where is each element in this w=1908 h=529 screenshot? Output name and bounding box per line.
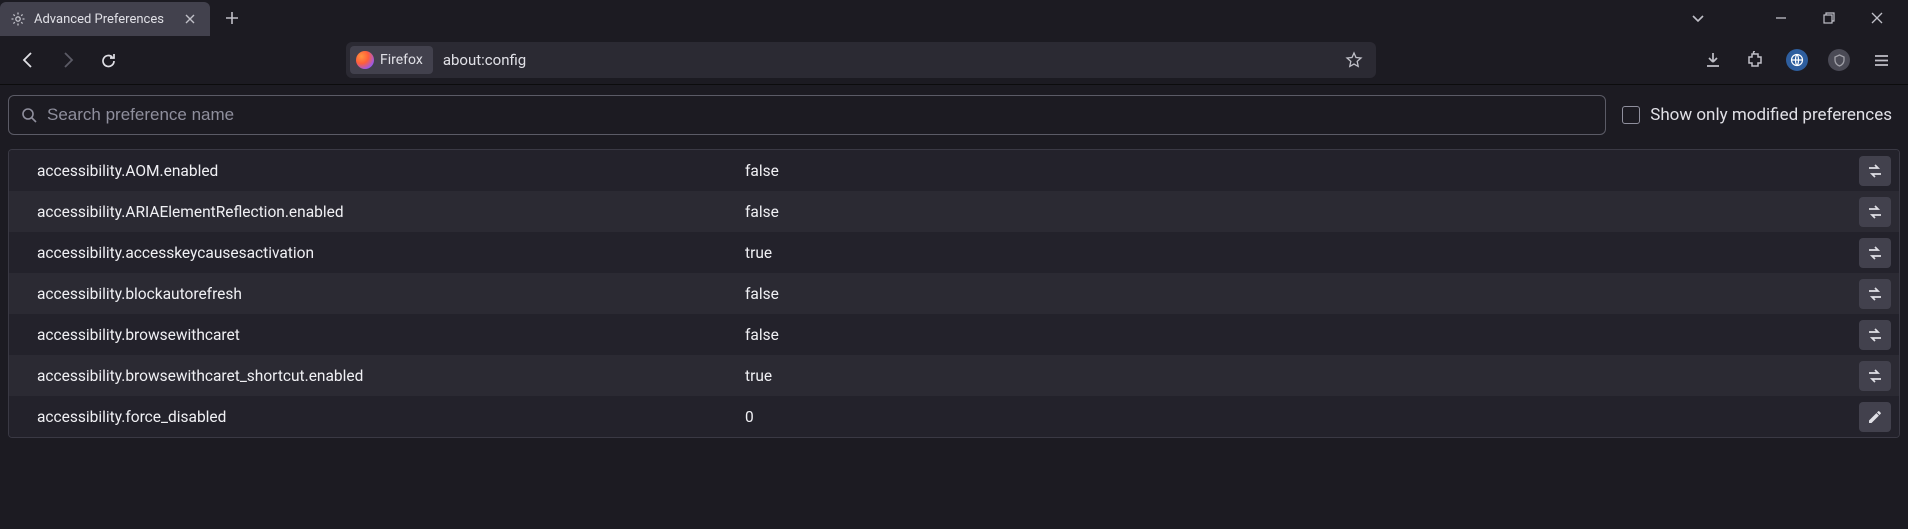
new-tab-button[interactable] xyxy=(216,2,248,34)
preference-value: true xyxy=(745,367,1859,385)
forward-button[interactable] xyxy=(50,42,86,78)
window-minimize-button[interactable] xyxy=(1758,2,1804,34)
preference-name: accessibility.force_disabled xyxy=(37,408,745,426)
browser-tab[interactable]: Advanced Preferences xyxy=(0,2,210,36)
preference-row: accessibility.browsewithcaret_shortcut.e… xyxy=(9,355,1899,396)
preference-row: accessibility.ARIAElementReflection.enab… xyxy=(9,191,1899,232)
identity-label: Firefox xyxy=(380,52,423,68)
identity-box[interactable]: Firefox xyxy=(350,46,433,74)
reload-button[interactable] xyxy=(90,42,126,78)
window-maximize-button[interactable] xyxy=(1806,2,1852,34)
toggle-button[interactable] xyxy=(1859,238,1891,268)
filter-label: Show only modified preferences xyxy=(1650,105,1892,125)
preference-name: accessibility.browsewithcaret xyxy=(37,326,745,344)
preference-row: accessibility.browsewithcaretfalse xyxy=(9,314,1899,355)
extension-badge-1[interactable] xyxy=(1780,43,1814,77)
toggle-button[interactable] xyxy=(1859,156,1891,186)
search-box[interactable] xyxy=(8,95,1606,135)
url-bar[interactable]: Firefox about:config xyxy=(346,42,1376,78)
toggle-button[interactable] xyxy=(1859,197,1891,227)
shield-icon xyxy=(1828,49,1850,71)
window-close-button[interactable] xyxy=(1854,2,1900,34)
show-modified-checkbox[interactable]: Show only modified preferences xyxy=(1622,105,1900,125)
preference-table: accessibility.AOM.enabledfalseaccessibil… xyxy=(8,149,1900,438)
preference-value: 0 xyxy=(745,408,1859,426)
close-icon[interactable] xyxy=(180,9,200,29)
gear-icon xyxy=(10,11,26,27)
preference-row: accessibility.blockautorefreshfalse xyxy=(9,273,1899,314)
preference-name: accessibility.blockautorefresh xyxy=(37,285,745,303)
preference-value: false xyxy=(745,285,1859,303)
checkbox-icon xyxy=(1622,106,1640,124)
preference-row: accessibility.AOM.enabledfalse xyxy=(9,150,1899,191)
edit-button[interactable] xyxy=(1859,402,1891,432)
toggle-button[interactable] xyxy=(1859,279,1891,309)
search-input[interactable] xyxy=(47,105,1593,125)
list-all-tabs-button[interactable] xyxy=(1680,2,1716,34)
preference-value: false xyxy=(745,326,1859,344)
preference-name: accessibility.AOM.enabled xyxy=(37,162,745,180)
preference-name: accessibility.browsewithcaret_shortcut.e… xyxy=(37,367,745,385)
app-menu-button[interactable] xyxy=(1864,43,1898,77)
url-text: about:config xyxy=(437,51,1336,69)
preference-value: false xyxy=(745,162,1859,180)
search-row: Show only modified preferences xyxy=(0,85,1908,143)
preference-value: true xyxy=(745,244,1859,262)
preference-row: accessibility.force_disabled0 xyxy=(9,396,1899,437)
nav-toolbar: Firefox about:config xyxy=(0,36,1908,84)
tab-bar: Advanced Preferences xyxy=(0,0,1908,36)
tab-title: Advanced Preferences xyxy=(34,12,172,27)
bookmark-star-icon[interactable] xyxy=(1340,51,1368,69)
search-icon xyxy=(21,107,37,123)
back-button[interactable] xyxy=(10,42,46,78)
firefox-logo-icon xyxy=(356,51,374,69)
toggle-button[interactable] xyxy=(1859,361,1891,391)
preference-name: accessibility.ARIAElementReflection.enab… xyxy=(37,203,745,221)
toggle-button[interactable] xyxy=(1859,320,1891,350)
extensions-button[interactable] xyxy=(1738,43,1772,77)
globe-icon xyxy=(1786,49,1808,71)
preference-name: accessibility.accesskeycausesactivation xyxy=(37,244,745,262)
preference-row: accessibility.accesskeycausesactivationt… xyxy=(9,232,1899,273)
preference-value: false xyxy=(745,203,1859,221)
extension-badge-2[interactable] xyxy=(1822,43,1856,77)
downloads-button[interactable] xyxy=(1696,43,1730,77)
